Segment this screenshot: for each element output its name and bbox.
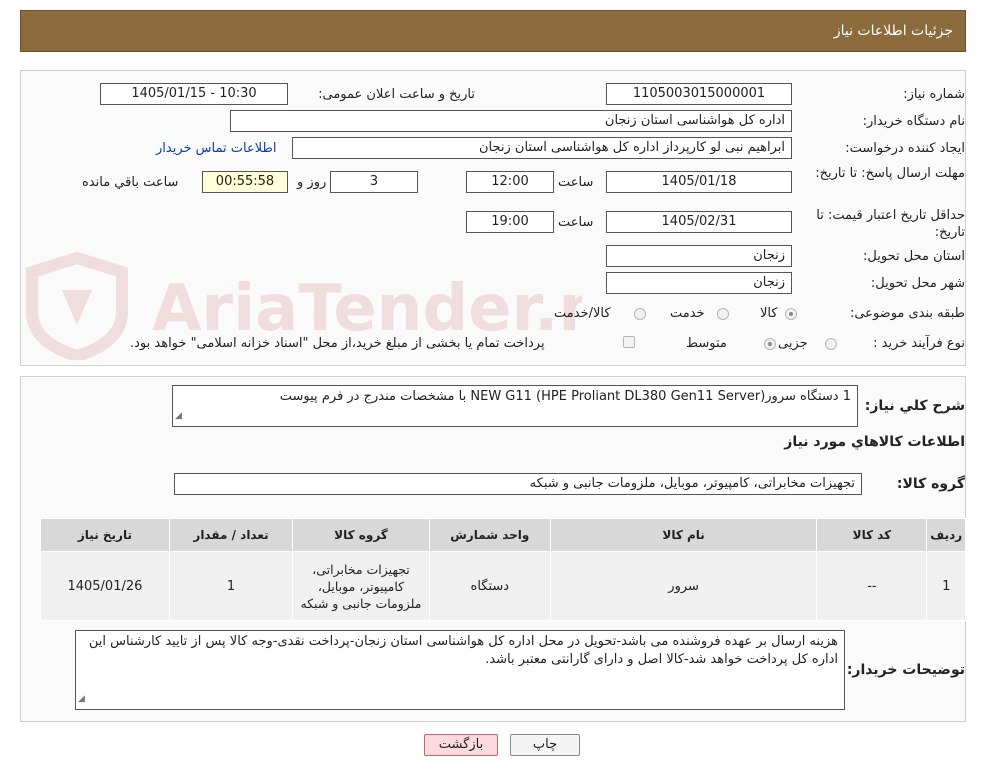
back-button[interactable]: بازگشت <box>424 734 498 756</box>
goods-table: ردیف کد کالا نام کالا واحد شمارش گروه کا… <box>40 518 966 621</box>
validity-time-field[interactable]: 19:00 <box>466 211 554 233</box>
cell-date: 1405/01/26 <box>40 551 170 621</box>
deadline-time-field[interactable]: 12:00 <box>466 171 554 193</box>
cell-row: 1 <box>926 551 966 621</box>
col-unit: واحد شمارش <box>428 518 551 552</box>
announce-field[interactable]: 1405/01/15 - 10:30 <box>100 83 288 105</box>
watermark-text: AriaTender.neT <box>152 272 582 346</box>
col-date: تاریخ نیاز <box>40 518 170 552</box>
validity-time-label: ساعت <box>558 215 594 230</box>
category-service-radio[interactable] <box>717 308 729 320</box>
goods-info-title: اطلاعات کالاهاي مورد نیاز <box>784 434 965 450</box>
col-code: کد کالا <box>816 518 928 552</box>
process-medium-label: متوسط <box>686 336 727 351</box>
announce-label: تاریخ و ساعت اعلان عمومی: <box>318 87 475 102</box>
buyer-notes-text: هزینه ارسال بر عهده فروشنده می باشد-تحوی… <box>88 634 838 667</box>
goods-group-label: گروه کالا: <box>896 476 965 492</box>
need-number-field[interactable]: 1105003015000001 <box>606 83 792 105</box>
col-row: ردیف <box>926 518 966 552</box>
buyer-notes-textarea[interactable]: هزینه ارسال بر عهده فروشنده می باشد-تحوی… <box>75 630 845 710</box>
deadline-label: مهلت ارسال پاسخ: تا تاریخ: <box>815 166 965 181</box>
page-header: جزئیات اطلاعات نیاز <box>20 10 966 52</box>
buyer-org-label: نام دستگاه خریدار: <box>862 114 965 129</box>
goods-table-header: ردیف کد کالا نام کالا واحد شمارش گروه کا… <box>40 518 966 552</box>
validity-date-field[interactable]: 1405/02/31 <box>606 211 792 233</box>
buyer-org-field[interactable]: اداره کل هواشناسی استان زنجان <box>230 110 792 132</box>
category-goods-service-label: کالا/خدمت <box>554 306 611 321</box>
cell-code: -- <box>816 551 928 621</box>
table-row: 1 -- سرور دستگاه تجهیزات مخابراتی، کامپی… <box>40 551 966 621</box>
cell-unit: دستگاه <box>428 551 551 621</box>
goods-group-field[interactable]: تجهیزات مخابراتی، کامپیوتر، موبایل، ملزو… <box>174 473 862 495</box>
need-number-label: شماره نیاز: <box>903 87 965 102</box>
cell-qty: 1 <box>168 551 294 621</box>
creator-label: ایجاد کننده درخواست: <box>845 141 965 156</box>
resize-handle-icon[interactable]: ◢ <box>175 407 182 425</box>
buyer-contact-link[interactable]: اطلاعات تماس خریدار <box>156 141 276 156</box>
remaining-time-field: 00:55:58 <box>202 171 288 193</box>
col-group: گروه کالا <box>292 518 430 552</box>
category-goods-label: کالا <box>760 306 778 321</box>
process-minor-radio[interactable] <box>825 338 837 350</box>
deadline-date-field[interactable]: 1405/01/18 <box>606 171 792 193</box>
province-field[interactable]: زنجان <box>606 245 792 267</box>
process-label: نوع فرآیند خرید : <box>873 336 965 351</box>
city-label: شهر محل تحویل: <box>870 276 965 291</box>
deadline-time-label: ساعت <box>558 175 594 190</box>
process-minor-label: جزیی <box>778 336 808 351</box>
treasury-payment-note: پرداخت تمام یا بخشی از مبلغ خرید،از محل … <box>130 336 545 351</box>
province-label: استان محل تحویل: <box>863 249 965 264</box>
page-title: جزئیات اطلاعات نیاز <box>833 23 953 39</box>
category-goods-radio[interactable] <box>785 308 797 320</box>
treasury-payment-checkbox[interactable] <box>623 336 635 348</box>
cell-group: تجهیزات مخابراتی، کامپیوتر، موبایل، ملزو… <box>292 551 430 621</box>
col-qty: تعداد / مقدار <box>168 518 294 552</box>
print-button[interactable]: چاپ <box>510 734 580 756</box>
category-label: طبقه بندی موضوعی: <box>849 306 965 321</box>
days-label: روز و <box>297 175 327 190</box>
city-field[interactable]: زنجان <box>606 272 792 294</box>
cell-name: سرور <box>549 551 818 621</box>
category-service-label: خدمت <box>670 306 705 321</box>
col-name: نام کالا <box>549 518 818 552</box>
summary-textarea[interactable]: 1 دستگاه سرور(HPE Proliant DL380 Gen11 S… <box>172 385 858 427</box>
category-goods-service-radio[interactable] <box>634 308 646 320</box>
summary-text: 1 دستگاه سرور(HPE Proliant DL380 Gen11 S… <box>279 389 851 404</box>
remaining-label: ساعت باقي مانده <box>82 175 179 190</box>
validity-label: حداقل تاریخ اعتبار قیمت: تا تاریخ: <box>816 208 965 240</box>
process-medium-radio[interactable] <box>764 338 776 350</box>
buyer-notes-label: توضیحات خریدار: <box>846 662 965 678</box>
summary-label: شرح کلي نیاز: <box>864 398 965 414</box>
resize-handle-icon[interactable]: ◢ <box>78 690 85 708</box>
creator-field[interactable]: ابراهیم نبی لو کارپرداز اداره کل هواشناس… <box>292 137 792 159</box>
days-field[interactable]: 3 <box>330 171 418 193</box>
